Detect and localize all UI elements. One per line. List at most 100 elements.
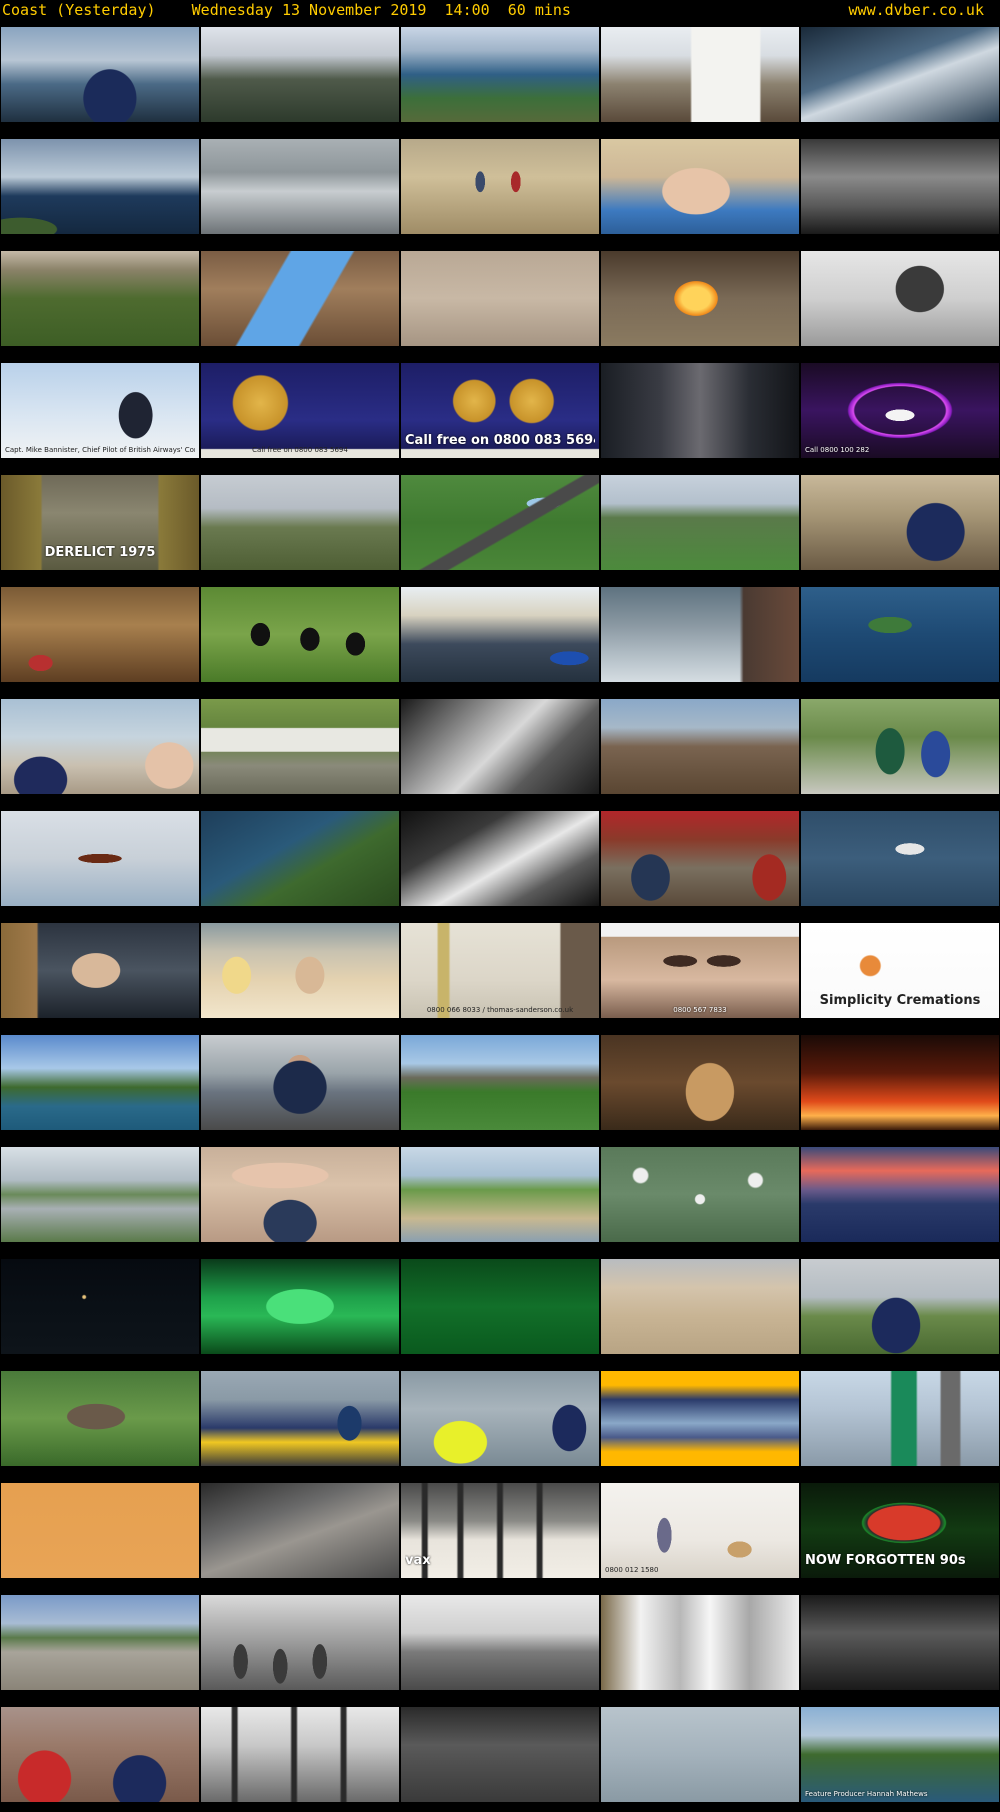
thumbnail-46[interactable] xyxy=(1,1035,199,1130)
thumbnail-19[interactable] xyxy=(601,363,799,458)
thumbnail-16[interactable]: Capt. Mike Bannister, Chief Pilot of Bri… xyxy=(1,363,199,458)
thumbnail-72[interactable] xyxy=(201,1595,399,1690)
thumbnail-image-detail xyxy=(1,923,199,1018)
thumbnail-76[interactable] xyxy=(1,1707,199,1802)
thumbnail-13[interactable] xyxy=(401,251,599,346)
thumbnail-image-detail xyxy=(401,475,599,570)
thumbnail-3[interactable] xyxy=(401,27,599,122)
thumbnail-7[interactable] xyxy=(201,139,399,234)
thumbnail-37[interactable] xyxy=(201,811,399,906)
thumbnail-1[interactable] xyxy=(1,27,199,122)
thumbnail-66[interactable] xyxy=(1,1483,199,1578)
thumbnail-71[interactable] xyxy=(1,1595,199,1690)
thumbnail-9[interactable] xyxy=(601,139,799,234)
thumbnail-image-detail xyxy=(1,699,199,794)
thumbnail-30[interactable] xyxy=(801,587,999,682)
thumbnail-image-detail xyxy=(601,139,799,234)
thumbnail-21[interactable]: DERELICT 1975 xyxy=(1,475,199,570)
thumbnail-52[interactable] xyxy=(201,1147,399,1242)
thumbnail-58[interactable] xyxy=(401,1259,599,1354)
thumbnail-54[interactable] xyxy=(601,1147,799,1242)
thumbnail-24[interactable] xyxy=(601,475,799,570)
thumbnail-49[interactable] xyxy=(601,1035,799,1130)
thumbnail-image-detail xyxy=(1,139,199,234)
thumbnail-56[interactable] xyxy=(1,1259,199,1354)
thumbnail-45[interactable]: Simplicity Cremations xyxy=(801,923,999,1018)
thumbnail-60[interactable] xyxy=(801,1259,999,1354)
thumbnail-61[interactable] xyxy=(1,1371,199,1466)
thumbnail-20[interactable]: Call 0800 100 282 xyxy=(801,363,999,458)
thumbnail-23[interactable] xyxy=(401,475,599,570)
thumbnail-14[interactable] xyxy=(601,251,799,346)
thumbnail-caption: Feature Producer Hannah Mathews xyxy=(805,1790,928,1798)
thumbnail-40[interactable] xyxy=(801,811,999,906)
thumbnail-44[interactable]: 0800 567 7833 xyxy=(601,923,799,1018)
thumbnail-caption: Capt. Mike Bannister, Chief Pilot of Bri… xyxy=(5,446,195,454)
thumbnail-11[interactable] xyxy=(1,251,199,346)
thumbnail-74[interactable] xyxy=(601,1595,799,1690)
thumbnail-63[interactable] xyxy=(401,1371,599,1466)
thumbnail-53[interactable] xyxy=(401,1147,599,1242)
thumbnail-2[interactable] xyxy=(201,27,399,122)
thumbnail-75[interactable] xyxy=(801,1595,999,1690)
thumbnail-22[interactable] xyxy=(201,475,399,570)
thumbnail-41[interactable] xyxy=(1,923,199,1018)
thumbnail-caption: 0800 066 8033 / thomas-sanderson.co.uk xyxy=(426,1006,574,1014)
thumbnail-31[interactable] xyxy=(1,699,199,794)
thumbnail-27[interactable] xyxy=(201,587,399,682)
thumbnail-79[interactable] xyxy=(601,1707,799,1802)
thumbnail-50[interactable] xyxy=(801,1035,999,1130)
thumbnail-32[interactable] xyxy=(201,699,399,794)
thumbnail-64[interactable] xyxy=(601,1371,799,1466)
thumbnail-caption: Call free on 0800 083 5694 xyxy=(252,446,348,454)
thumbnail-51[interactable] xyxy=(1,1147,199,1242)
thumbnail-80[interactable]: Feature Producer Hannah Mathews xyxy=(801,1707,999,1802)
thumbnail-29[interactable] xyxy=(601,587,799,682)
thumbnail-42[interactable] xyxy=(201,923,399,1018)
thumbnail-67[interactable] xyxy=(201,1483,399,1578)
thumbnail-34[interactable] xyxy=(601,699,799,794)
thumbnail-4[interactable] xyxy=(601,27,799,122)
thumbnail-grid: Capt. Mike Bannister, Chief Pilot of Bri… xyxy=(0,0,1000,1812)
thumbnail-57[interactable] xyxy=(201,1259,399,1354)
thumbnail-65[interactable] xyxy=(801,1371,999,1466)
thumbnail-39[interactable] xyxy=(601,811,799,906)
thumbnail-47[interactable] xyxy=(201,1035,399,1130)
thumbnail-33[interactable] xyxy=(401,699,599,794)
thumbnail-image-detail xyxy=(201,1259,399,1354)
thumbnail-78[interactable] xyxy=(401,1707,599,1802)
thumbnail-6[interactable] xyxy=(1,139,199,234)
thumbnail-5[interactable] xyxy=(801,27,999,122)
thumbnail-25[interactable] xyxy=(801,475,999,570)
thumbnail-image-detail xyxy=(201,1147,399,1242)
thumbnail-caption: DERELICT 1975 xyxy=(44,545,156,560)
thumbnail-image-detail xyxy=(201,1371,399,1466)
thumbnail-image-detail xyxy=(401,587,599,682)
thumbnail-10[interactable] xyxy=(801,139,999,234)
thumbnail-70[interactable]: NOW FORGOTTEN 90s xyxy=(801,1483,999,1578)
thumbnail-62[interactable] xyxy=(201,1371,399,1466)
thumbnail-36[interactable] xyxy=(1,811,199,906)
thumbnail-73[interactable] xyxy=(401,1595,599,1690)
thumbnail-69[interactable]: 0800 012 1580 xyxy=(601,1483,799,1578)
thumbnail-68[interactable]: vax xyxy=(401,1483,599,1578)
thumbnail-59[interactable] xyxy=(601,1259,799,1354)
thumbnail-28[interactable] xyxy=(401,587,599,682)
thumbnail-image-detail xyxy=(601,1147,799,1242)
thumbnail-26[interactable] xyxy=(1,587,199,682)
thumbnail-12[interactable] xyxy=(201,251,399,346)
thumbnail-77[interactable] xyxy=(201,1707,399,1802)
thumbnail-image-detail xyxy=(601,1035,799,1130)
thumbnail-image-detail xyxy=(801,699,999,794)
thumbnail-48[interactable] xyxy=(401,1035,599,1130)
thumbnail-55[interactable] xyxy=(801,1147,999,1242)
thumbnail-image-detail xyxy=(201,363,399,458)
thumbnail-image-detail xyxy=(401,139,599,234)
thumbnail-18[interactable]: Call free on 0800 083 5694 xyxy=(401,363,599,458)
thumbnail-35[interactable] xyxy=(801,699,999,794)
thumbnail-15[interactable] xyxy=(801,251,999,346)
thumbnail-38[interactable] xyxy=(401,811,599,906)
thumbnail-17[interactable]: Call free on 0800 083 5694 xyxy=(201,363,399,458)
thumbnail-43[interactable]: 0800 066 8033 / thomas-sanderson.co.uk xyxy=(401,923,599,1018)
thumbnail-8[interactable] xyxy=(401,139,599,234)
